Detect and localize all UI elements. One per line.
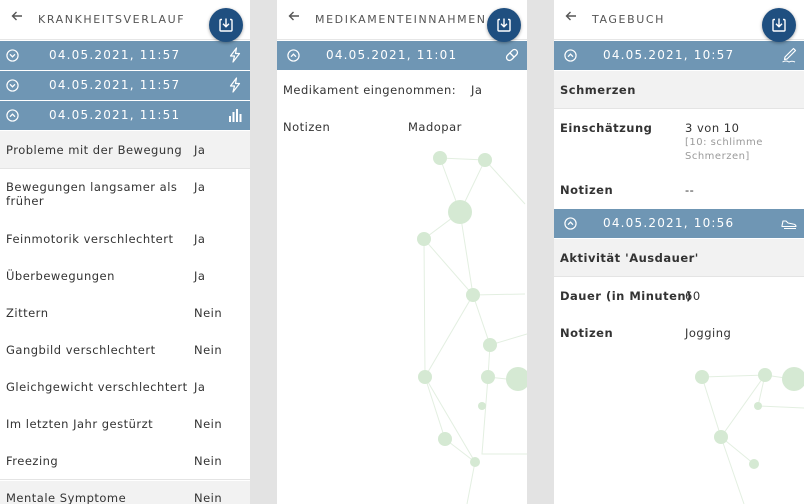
list-item: Überbewegungen Ja bbox=[0, 269, 250, 285]
list-item: 3 von 10 [10: schlimme Schmerzen] bbox=[554, 121, 804, 165]
list-item: Gleichgewicht verschlechtert Ja bbox=[0, 380, 250, 396]
item-value: 3 von 10 bbox=[685, 121, 740, 135]
item-value: Nein bbox=[194, 454, 223, 468]
panel-medikamenteinnahmen: MEDIKAMENTEINNAHMEN 04.05.2021, 11:01 Me… bbox=[277, 0, 527, 504]
item-value: -- bbox=[685, 183, 695, 197]
entry-header[interactable]: 04.05.2021, 10:56 bbox=[554, 209, 804, 238]
item-value: Ja bbox=[194, 180, 206, 194]
item-label: Überbewegungen bbox=[6, 269, 115, 283]
list-item: Probleme mit der Bewegung Ja bbox=[0, 131, 250, 169]
list-item: Im letzten Jahr gestürzt Nein bbox=[0, 417, 250, 433]
pen-icon bbox=[781, 47, 797, 63]
download-button[interactable] bbox=[209, 8, 243, 42]
chevron-up-icon[interactable] bbox=[287, 49, 300, 62]
running-shoe-icon bbox=[781, 215, 797, 231]
chevron-up-icon[interactable] bbox=[6, 109, 19, 122]
section-title: Schmerzen bbox=[560, 83, 636, 97]
item-hint: [10: schlimme Schmerzen] bbox=[685, 137, 763, 162]
list-item: -- bbox=[554, 183, 804, 199]
chevron-up-icon[interactable] bbox=[564, 49, 577, 62]
entry-datetime: 04.05.2021, 11:01 bbox=[326, 48, 458, 62]
list-item: Mentale Symptome Nein bbox=[0, 481, 250, 504]
lightning-icon bbox=[227, 47, 243, 63]
entry-datetime: 04.05.2021, 11:57 bbox=[49, 78, 181, 92]
entry-datetime: 04.05.2021, 10:56 bbox=[603, 216, 735, 230]
item-value: Ja bbox=[194, 143, 206, 157]
item-value: Ja bbox=[194, 380, 206, 394]
section-header: Schmerzen bbox=[554, 71, 804, 109]
entry-datetime: 04.05.2021, 10:57 bbox=[603, 48, 735, 62]
item-label: Notizen bbox=[283, 120, 331, 134]
item-label: Medikament eingenommen: bbox=[283, 83, 457, 97]
page-title: TAGEBUCH bbox=[592, 13, 666, 26]
back-arrow-icon[interactable] bbox=[564, 9, 578, 23]
list-item: Notizen Madopar bbox=[277, 120, 527, 136]
item-label: Gangbild verschlechtert bbox=[6, 343, 156, 357]
download-icon bbox=[496, 17, 512, 33]
list-item: Freezing Nein bbox=[0, 443, 250, 480]
item-label: Bewegungen langsamer als früher bbox=[6, 180, 178, 208]
chevron-up-icon[interactable] bbox=[564, 217, 577, 230]
entry-header[interactable]: 04.05.2021, 11:57 bbox=[0, 41, 250, 70]
entry-datetime: 04.05.2021, 11:57 bbox=[49, 48, 181, 62]
list-item: Medikament eingenommen: Ja bbox=[277, 83, 527, 99]
item-value: Ja bbox=[194, 269, 206, 283]
lightning-icon bbox=[227, 77, 243, 93]
section-header: Aktivität 'Ausdauer' bbox=[554, 239, 804, 277]
list-item: Feinmotorik verschlechtert Ja bbox=[0, 232, 250, 248]
item-label: Zittern bbox=[6, 306, 49, 320]
item-value: Nein bbox=[194, 417, 223, 431]
item-label: Gleichgewicht verschlechtert bbox=[6, 380, 188, 394]
item-value: Jogging bbox=[685, 326, 732, 340]
item-label: Im letzten Jahr gestürzt bbox=[6, 417, 154, 431]
item-label: Mentale Symptome bbox=[6, 491, 127, 504]
network-background bbox=[695, 367, 804, 504]
back-arrow-icon[interactable] bbox=[10, 9, 24, 23]
chevron-down-icon[interactable] bbox=[6, 79, 19, 92]
download-icon bbox=[218, 17, 234, 33]
item-label: Probleme mit der Bewegung bbox=[6, 143, 183, 157]
item-value: Ja bbox=[471, 83, 483, 97]
back-arrow-icon[interactable] bbox=[287, 9, 301, 23]
panel-tagebuch: TAGEBUCH 04.05.2021, 10:57 Schmerzen Ein… bbox=[554, 0, 804, 504]
pill-icon bbox=[504, 47, 520, 63]
panel-krankheitsverlauf: KRANKHEITSVERLAUF 04.05.2021, 11:57 04.0… bbox=[0, 0, 250, 504]
entry-header[interactable]: 04.05.2021, 11:51 bbox=[0, 101, 250, 130]
list-item: Bewegungen langsamer als früher Ja bbox=[0, 179, 250, 215]
item-value: Nein bbox=[194, 306, 223, 320]
item-label: Feinmotorik verschlechtert bbox=[6, 232, 174, 246]
bar-chart-icon bbox=[227, 107, 243, 123]
chevron-down-icon[interactable] bbox=[6, 49, 19, 62]
item-value: Madopar bbox=[408, 120, 462, 134]
item-value: 60 bbox=[685, 289, 701, 303]
entry-header[interactable]: 04.05.2021, 11:01 bbox=[277, 41, 527, 70]
list-item: Gangbild verschlechtert Nein bbox=[0, 343, 250, 359]
item-value: Nein bbox=[194, 491, 223, 504]
list-item: Zittern Nein bbox=[0, 306, 250, 322]
page-title: KRANKHEITSVERLAUF bbox=[38, 13, 186, 26]
download-icon bbox=[771, 17, 787, 33]
entry-header[interactable]: 04.05.2021, 11:57 bbox=[0, 71, 250, 100]
entry-datetime: 04.05.2021, 11:51 bbox=[49, 108, 181, 122]
item-value: Ja bbox=[194, 232, 206, 246]
download-button[interactable] bbox=[762, 8, 796, 42]
list-item: Jogging bbox=[554, 326, 804, 342]
entry-header[interactable]: 04.05.2021, 10:57 bbox=[554, 41, 804, 70]
item-label: Freezing bbox=[6, 454, 59, 468]
network-background bbox=[417, 151, 527, 504]
item-value: Nein bbox=[194, 343, 223, 357]
section-title: Aktivität 'Ausdauer' bbox=[560, 251, 699, 265]
download-button[interactable] bbox=[487, 8, 521, 42]
page-title: MEDIKAMENTEINNAHMEN bbox=[315, 13, 487, 26]
list-item: 60 bbox=[554, 289, 804, 305]
